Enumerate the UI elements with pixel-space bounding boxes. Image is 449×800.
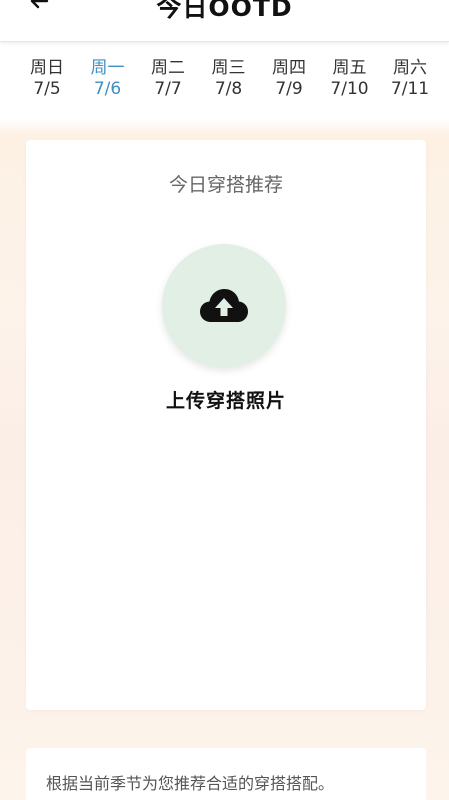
day-tab-thu[interactable]: 周四 7/9 [264,58,314,104]
day-weekday: 周一 [90,58,125,78]
upload-label: 上传穿搭照片 [165,390,286,412]
day-tab-fri[interactable]: 周五 7/10 [325,58,375,104]
day-tab-wed[interactable]: 周三 7/8 [204,58,254,104]
cloud-upload-icon [200,289,248,322]
day-weekday: 周六 [393,58,427,78]
day-tab-sat[interactable]: 周六 7/11 [385,58,435,104]
day-weekday: 周三 [211,58,246,78]
day-weekday: 周日 [30,58,64,78]
outfit-card: 今日穿搭推荐 上传穿搭照片 [26,140,426,710]
day-date: 7/10 [330,79,369,99]
day-weekday: 周四 [272,58,306,78]
app-header: 今日OOTD [0,0,449,42]
day-tab-mon[interactable]: 周一 7/6 [83,58,133,104]
card-title: 今日穿搭推荐 [168,174,283,196]
day-date: 7/11 [390,79,430,99]
day-weekday: 周五 [332,58,367,78]
day-date: 7/5 [33,79,61,99]
tip-card: 根据当前季节为您推荐合适的穿搭搭配。 [26,748,426,800]
day-tab-sun[interactable]: 周日 7/5 [22,58,72,104]
day-tab-tue[interactable]: 周二 7/7 [143,58,193,104]
day-date: 7/8 [214,79,243,99]
day-date: 7/9 [275,79,303,99]
week-selector: 周日 7/5 周一 7/6 周二 7/7 周三 7/8 周四 7/9 周五 7/… [0,58,449,104]
upload-button[interactable] [162,244,286,368]
day-date: 7/7 [154,79,182,99]
tip-text: 根据当前季节为您推荐合适的穿搭搭配。 [46,774,335,793]
page-title: 今日OOTD [156,0,293,22]
day-date: 7/6 [93,79,122,99]
day-weekday: 周二 [151,58,185,78]
